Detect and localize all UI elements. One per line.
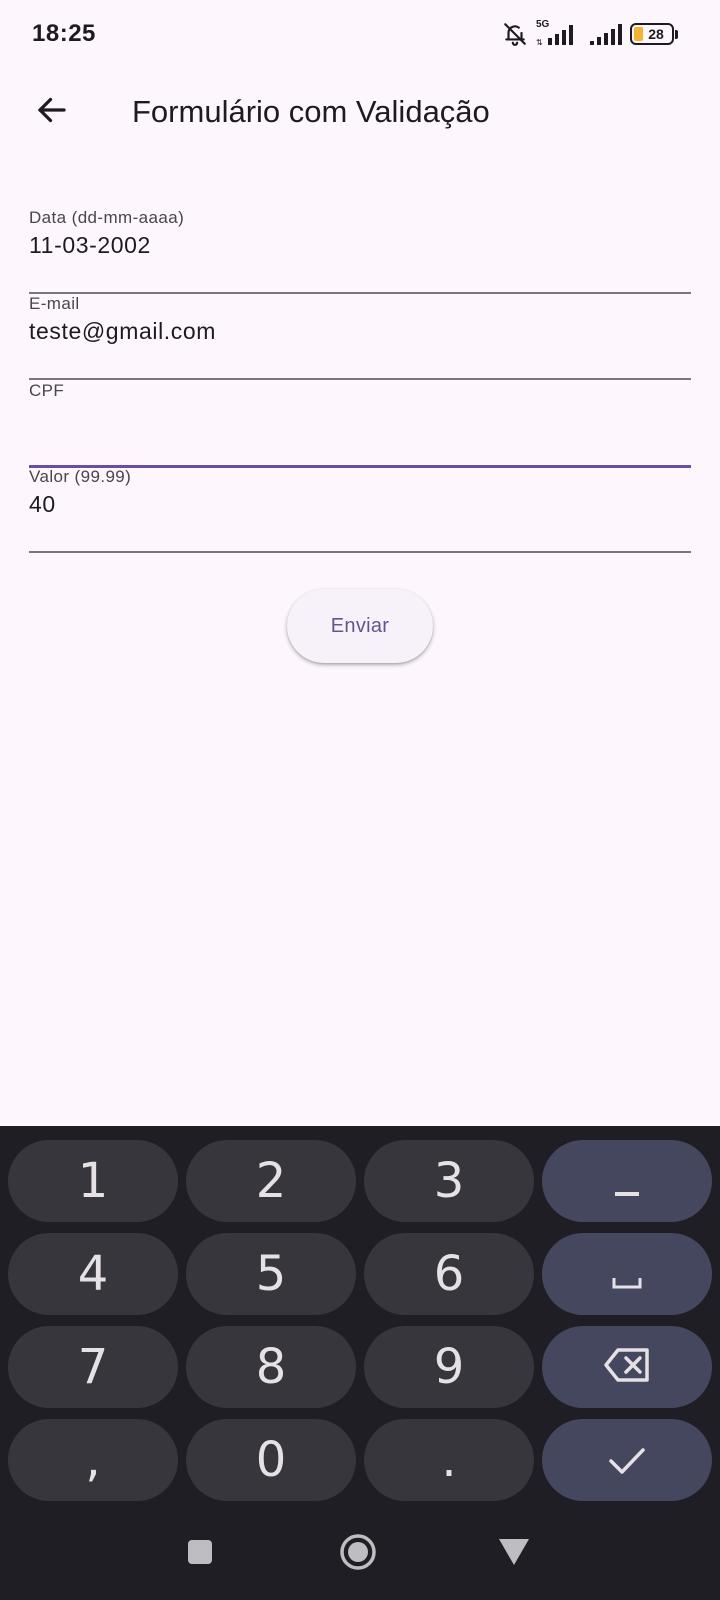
nav-back-button[interactable] [488, 1528, 540, 1580]
network-label: 5G [536, 19, 550, 30]
minus-icon [613, 1153, 641, 1209]
key-2[interactable]: 2 [186, 1140, 356, 1222]
cpf-field-label: CPF [29, 381, 65, 400]
date-field-value[interactable]: 11-03-2002 [29, 232, 151, 259]
system-nav-bar [0, 1508, 720, 1600]
key-1[interactable]: 1 [8, 1140, 178, 1222]
back-button[interactable] [28, 88, 76, 136]
signal-5g-icon: 5G ⇅ [536, 19, 580, 47]
key-7[interactable]: 7 [8, 1326, 178, 1408]
key-6[interactable]: 6 [364, 1233, 534, 1315]
bell-off-icon [502, 21, 528, 47]
email-field-underline [29, 378, 691, 380]
svg-text:⇅: ⇅ [536, 38, 543, 47]
key-comma[interactable]: , [8, 1419, 178, 1501]
app-bar: Formulário com Validação [0, 74, 720, 154]
amount-field-label: Valor (99.99) [29, 467, 132, 486]
status-icons: 5G ⇅ 28 [502, 19, 678, 48]
key-5[interactable]: 5 [186, 1233, 356, 1315]
battery-level: 28 [648, 26, 664, 42]
key-done[interactable] [542, 1419, 712, 1501]
status-bar: 18:25 5G ⇅ 28 [0, 0, 720, 70]
home-circle-icon [339, 1533, 377, 1576]
amount-field[interactable]: Valor (99.99) 40 [29, 467, 691, 553]
key-period[interactable]: . [364, 1419, 534, 1501]
battery-icon: 28 [630, 23, 674, 45]
email-field[interactable]: E-mail teste@gmail.com [29, 294, 691, 380]
status-time: 18:25 [32, 20, 96, 47]
cpf-field[interactable]: CPF [29, 381, 691, 468]
back-triangle-icon [498, 1538, 530, 1571]
key-backspace[interactable] [542, 1326, 712, 1408]
email-field-value[interactable]: teste@gmail.com [29, 318, 216, 345]
recents-square-icon [186, 1538, 214, 1571]
numeric-keyboard: 1 2 3 4 5 6 7 8 9 , 0 . [0, 1126, 720, 1600]
email-field-label: E-mail [29, 294, 80, 313]
check-icon [607, 1432, 647, 1488]
signal-icon [588, 21, 622, 47]
page-title: Formulário com Validação [132, 94, 490, 129]
key-0[interactable]: 0 [186, 1419, 356, 1501]
backspace-icon [603, 1339, 651, 1395]
key-9[interactable]: 9 [364, 1326, 534, 1408]
key-minus[interactable] [542, 1140, 712, 1222]
date-field[interactable]: Data (dd-mm-aaaa) 11-03-2002 [29, 208, 691, 294]
submit-button[interactable]: Enviar [287, 589, 433, 663]
amount-field-underline [29, 551, 691, 553]
key-4[interactable]: 4 [8, 1233, 178, 1315]
amount-field-value[interactable]: 40 [29, 491, 56, 518]
recents-button[interactable] [174, 1528, 226, 1580]
key-3[interactable]: 3 [364, 1140, 534, 1222]
arrow-back-icon [34, 92, 70, 133]
date-field-label: Data (dd-mm-aaaa) [29, 208, 185, 227]
key-space[interactable] [542, 1233, 712, 1315]
key-8[interactable]: 8 [186, 1326, 356, 1408]
home-button[interactable] [332, 1528, 384, 1580]
space-icon [611, 1246, 643, 1302]
